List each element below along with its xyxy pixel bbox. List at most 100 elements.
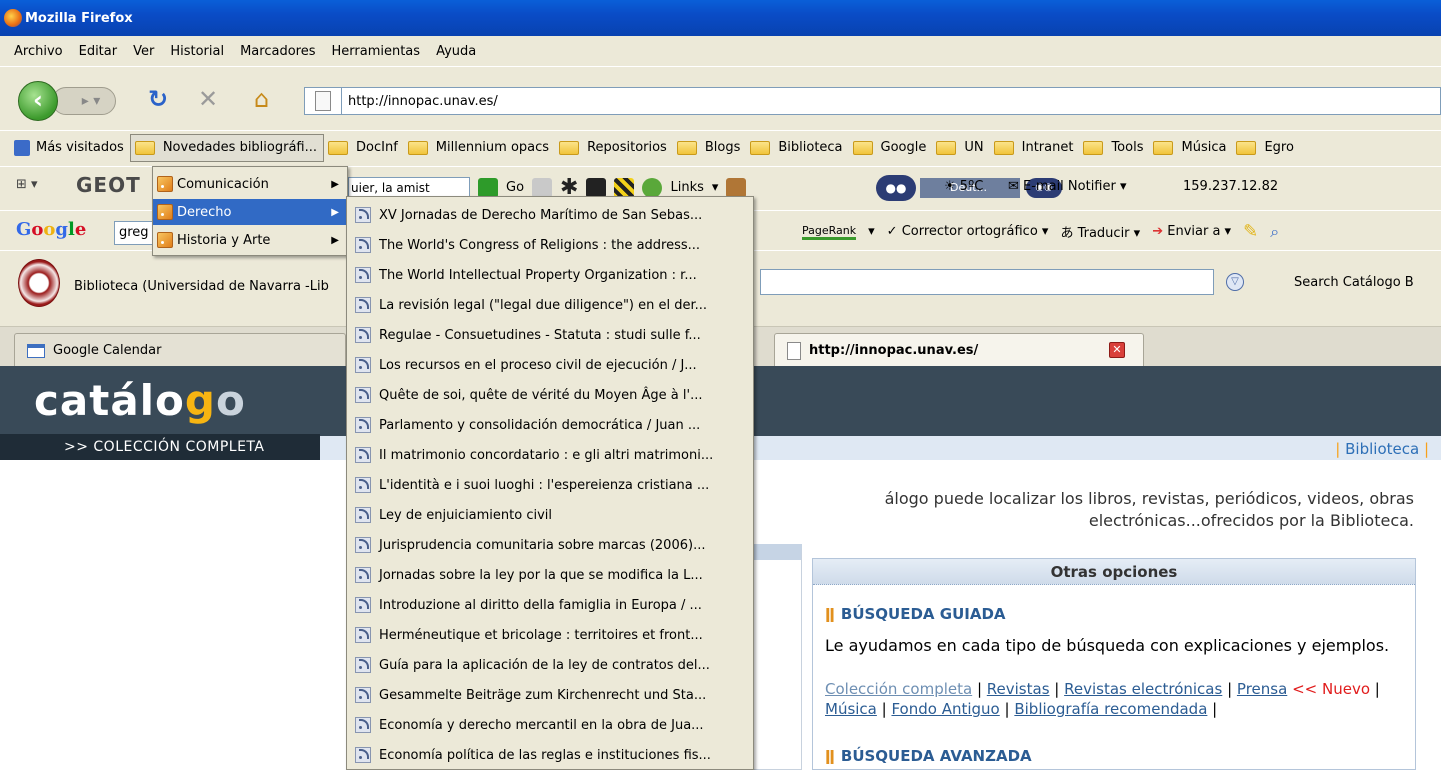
menu-herramientas[interactable]: Herramientas bbox=[324, 44, 429, 59]
pagerank-indicator[interactable]: PageRank bbox=[802, 224, 857, 240]
menu-editar[interactable]: Editar bbox=[71, 44, 126, 59]
spellcheck-button[interactable]: ✓ Corrector ortográfico ▾ bbox=[887, 224, 1049, 239]
menu-ver[interactable]: Ver bbox=[125, 44, 162, 59]
link-fondo-antiguo[interactable]: Fondo Antiguo bbox=[891, 700, 999, 718]
feed-item[interactable]: The World's Congress of Religions : the … bbox=[347, 231, 753, 259]
bookmark-egro[interactable]: Egro bbox=[1232, 134, 1299, 162]
highlighter-icon[interactable]: ✎ bbox=[1243, 221, 1258, 242]
package-icon[interactable] bbox=[726, 177, 747, 198]
feed-item[interactable]: Los recursos en el proceso civil de ejec… bbox=[347, 351, 753, 379]
url-text[interactable]: http://innopac.unav.es/ bbox=[348, 94, 498, 109]
tab-google-calendar[interactable]: Google Calendar bbox=[14, 333, 346, 367]
calendar-icon bbox=[27, 343, 45, 358]
bookmark-tools[interactable]: Tools bbox=[1079, 134, 1149, 162]
feed-item[interactable]: Il matrimonio concordatario : e gli altr… bbox=[347, 441, 753, 469]
feed-item-label: Economía y derecho mercantil en la obra … bbox=[379, 717, 704, 733]
bookmark-mas-visitados[interactable]: Más visitados bbox=[0, 134, 130, 162]
back-button[interactable]: ‹ bbox=[18, 81, 58, 121]
feed-item[interactable]: The World Intellectual Property Organiza… bbox=[347, 261, 753, 289]
link-prensa[interactable]: Prensa bbox=[1237, 680, 1287, 698]
menu-marcadores[interactable]: Marcadores bbox=[232, 44, 323, 59]
bookmark-label: UN bbox=[964, 140, 984, 155]
feed-item[interactable]: Ley de enjuiciamiento civil bbox=[347, 501, 753, 529]
feed-item[interactable]: La revisión legal ("legal due diligence"… bbox=[347, 291, 753, 319]
feed-item[interactable]: Economía y derecho mercantil en la obra … bbox=[347, 711, 753, 739]
home-icon[interactable]: ⌂ bbox=[254, 85, 269, 113]
feed-item[interactable]: Regulae - Consuetudines - Statuta : stud… bbox=[347, 321, 753, 349]
pen-icon[interactable] bbox=[532, 177, 553, 198]
bookmark-un[interactable]: UN bbox=[932, 134, 989, 162]
bookmark-google[interactable]: Google bbox=[849, 134, 933, 162]
feed-item[interactable]: Gesammelte Beiträge zum Kirchenrecht und… bbox=[347, 681, 753, 709]
forward-button[interactable]: ▸ ▾ bbox=[52, 87, 116, 115]
grid-icon[interactable] bbox=[586, 177, 607, 198]
bookmark-novedades[interactable]: Novedades bibliográfi... bbox=[129, 133, 325, 162]
university-seal-icon bbox=[18, 259, 60, 307]
library-search-label: Search Catálogo B bbox=[1294, 275, 1414, 290]
feed-item[interactable]: Economía política de las reglas e instit… bbox=[347, 741, 753, 769]
google-logo[interactable]: Google bbox=[16, 219, 86, 240]
send-to-button[interactable]: ➔ Enviar a ▾ bbox=[1152, 224, 1231, 239]
collection-subtitle[interactable]: >> COLECCIÓN COMPLETA bbox=[0, 434, 320, 460]
check-icon[interactable] bbox=[642, 177, 663, 198]
feed-item-icon bbox=[355, 627, 371, 643]
bookmark-musica[interactable]: Música bbox=[1149, 134, 1232, 162]
feed-item[interactable]: Parlamento y consolidación democrática /… bbox=[347, 411, 753, 439]
menu-item-historia-arte[interactable]: Historia y Arte ▶ bbox=[153, 227, 347, 253]
feed-item[interactable]: Quête de soi, quête de vérité du Moyen Â… bbox=[347, 381, 753, 409]
link-coleccion-completa[interactable]: Colección completa bbox=[825, 680, 972, 698]
close-tab-icon[interactable]: ✕ bbox=[1109, 342, 1125, 358]
link-bibliografia-recomendada[interactable]: Bibliografía recomendada bbox=[1014, 700, 1207, 718]
logo-accent: g bbox=[184, 376, 216, 425]
bookmark-biblioteca[interactable]: Biblioteca bbox=[746, 134, 848, 162]
biblioteca-link[interactable]: | Biblioteca | bbox=[1335, 440, 1429, 458]
link-musica[interactable]: Música bbox=[825, 700, 877, 718]
feed-item-label: Quête de soi, quête de vérité du Moyen Â… bbox=[379, 387, 703, 403]
bookmarks-toolbar: Más visitados Novedades bibliográfi... D… bbox=[0, 130, 1441, 164]
library-search-engine[interactable]: Biblioteca (Universidad de Navarra -Lib bbox=[74, 279, 329, 294]
feed-item[interactable]: XV Jornadas de Derecho Marítimo de San S… bbox=[347, 201, 753, 229]
go-arrow-icon[interactable] bbox=[478, 177, 498, 198]
menu-archivo[interactable]: Archivo bbox=[0, 44, 71, 59]
search-magnifier-icon[interactable]: ⌕ bbox=[1270, 222, 1279, 242]
advanced-search-title[interactable]: ǁ BÚSQUEDA AVANZADA bbox=[825, 747, 1032, 765]
stop-icon[interactable]: ✕ bbox=[198, 85, 218, 113]
links-menu[interactable]: Links bbox=[670, 180, 703, 195]
feed-item[interactable]: Jurisprudencia comunitaria sobre marcas … bbox=[347, 531, 753, 559]
link-revistas-electronicas[interactable]: Revistas electrónicas bbox=[1064, 680, 1222, 698]
bookmark-blogs[interactable]: Blogs bbox=[673, 134, 747, 162]
feed-item[interactable]: Introduzione al diritto della famiglia i… bbox=[347, 591, 753, 619]
email-notifier[interactable]: ✉ E-mail Notifier ▾ bbox=[1008, 179, 1127, 194]
menu-historial[interactable]: Historial bbox=[162, 44, 232, 59]
feed-item[interactable]: Herméneutique et bricolage : territoires… bbox=[347, 621, 753, 649]
bookmark-millennium[interactable]: Millennium opacs bbox=[404, 134, 555, 162]
bookmark-intranet[interactable]: Intranet bbox=[990, 134, 1080, 162]
page-icon bbox=[315, 91, 331, 111]
stripes-icon[interactable] bbox=[614, 177, 635, 198]
catalog-logo[interactable]: catálogo bbox=[34, 376, 246, 425]
menu-ayuda[interactable]: Ayuda bbox=[428, 44, 484, 59]
geo-toolbar-label: GEOT bbox=[76, 173, 141, 197]
bookmark-docinf[interactable]: DocInf bbox=[324, 134, 404, 162]
feed-item[interactable]: L'identità e i suoi luoghi : l'espereien… bbox=[347, 471, 753, 499]
link-revistas[interactable]: Revistas bbox=[987, 680, 1050, 698]
reload-icon[interactable]: ↻ bbox=[148, 85, 168, 113]
expand-icon[interactable]: ⊞ ▾ bbox=[16, 177, 38, 192]
feed-item[interactable]: Jornadas sobre la ley por la que se modi… bbox=[347, 561, 753, 589]
media-controls-icon[interactable]: ●● bbox=[876, 175, 916, 201]
library-search-input[interactable] bbox=[760, 269, 1214, 295]
google-search-input[interactable]: greg bbox=[114, 221, 154, 245]
menu-item-derecho[interactable]: Derecho ▶ bbox=[153, 199, 347, 225]
feed-item[interactable]: Guía para la aplicación de la ley de con… bbox=[347, 651, 753, 679]
menu-item-comunicacion[interactable]: Comunicación ▶ bbox=[153, 171, 347, 197]
search-go-icon[interactable]: ▽ bbox=[1226, 273, 1244, 291]
bookmark-repositorios[interactable]: Repositorios bbox=[555, 134, 673, 162]
feed-item-label: Jurisprudencia comunitaria sobre marcas … bbox=[379, 537, 706, 553]
translate-button[interactable]: あ Traducir ▾ bbox=[1060, 222, 1140, 241]
feed-item-icon bbox=[355, 687, 371, 703]
go-button[interactable]: Go bbox=[506, 180, 524, 195]
url-bar[interactable]: http://innopac.unav.es/ bbox=[304, 87, 1441, 115]
weather-indicator[interactable]: ☀ 5ºC bbox=[944, 179, 983, 194]
guided-search-title[interactable]: ǁ BÚSQUEDA GUIADA bbox=[825, 605, 1006, 623]
tab-innopac[interactable]: http://innopac.unav.es/ ✕ bbox=[774, 333, 1144, 367]
